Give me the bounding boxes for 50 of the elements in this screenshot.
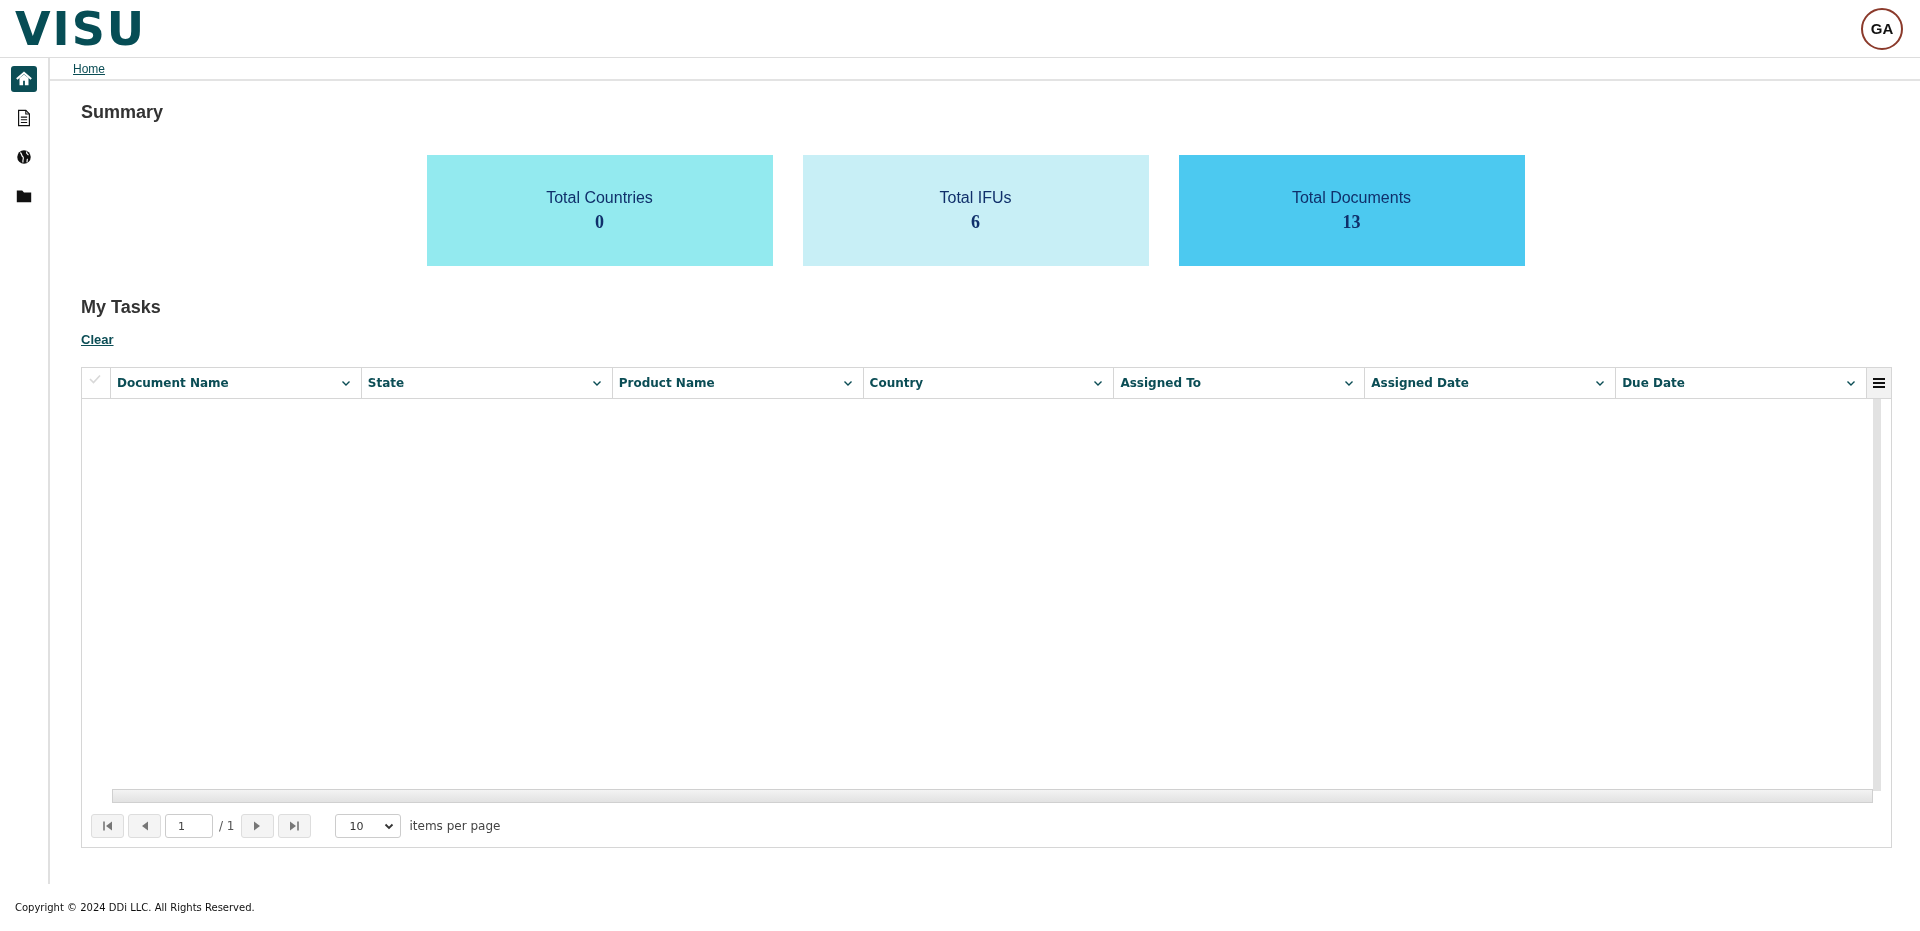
home-icon [15, 70, 33, 88]
section-title: Summary [81, 102, 165, 123]
page-size-dropdown[interactable]: 10 [334, 814, 401, 838]
column-header[interactable]: Due Date [1622, 376, 1685, 390]
next-page-button[interactable] [240, 814, 274, 838]
page-size-label: items per page [409, 819, 501, 833]
vertical-scrollbar[interactable] [1873, 399, 1881, 791]
column-header[interactable]: Assigned To [1120, 376, 1201, 390]
page-total: / 1 [219, 819, 235, 833]
card-value: 0 [595, 211, 604, 233]
logo: VISU [15, 5, 147, 52]
sidebar-item[interactable] [11, 66, 37, 92]
globe-icon [15, 148, 33, 166]
summary-card[interactable]: Total IFUs 6 [802, 155, 1149, 266]
card-label: Total Countries [546, 188, 653, 207]
chevron-down-icon [591, 379, 602, 387]
previous-page-button[interactable] [128, 814, 161, 838]
horizontal-scrollbar[interactable] [112, 789, 1873, 803]
chevron-down-icon [1344, 379, 1355, 387]
column-header[interactable]: Product Name [618, 376, 715, 390]
column-menu-button[interactable] [1867, 368, 1891, 398]
chevron-down-icon [340, 379, 351, 387]
summary-card[interactable]: Total Countries 0 [426, 155, 773, 266]
column-header[interactable]: Country [869, 376, 924, 390]
section-title: My Tasks [81, 297, 162, 318]
chevron-down-icon [1846, 379, 1856, 387]
column-header[interactable]: Assigned Date [1371, 376, 1469, 390]
breadcrumb-link[interactable]: Home [73, 61, 105, 76]
first-page-button[interactable] [91, 814, 124, 838]
menu-icon [1873, 378, 1885, 388]
card-label: Total Documents [1291, 188, 1412, 207]
document-icon [15, 109, 33, 127]
card-value: 6 [971, 211, 980, 233]
summary-card[interactable]: Total Documents 13 [1178, 155, 1525, 266]
clear-link[interactable]: Clear [81, 332, 114, 347]
first-page-icon [101, 820, 114, 832]
card-value: 13 [1342, 211, 1361, 233]
column-header[interactable]: Document Name [117, 376, 229, 390]
chevron-down-icon [383, 822, 394, 830]
chevron-down-icon [1595, 379, 1606, 387]
last-page-button[interactable] [277, 814, 311, 838]
chevron-down-icon [842, 379, 853, 387]
user-avatar[interactable]: GA [1861, 7, 1903, 50]
chevron-down-icon [1093, 379, 1104, 387]
card-label: Total IFUs [939, 188, 1012, 207]
last-page-icon [288, 820, 300, 832]
page-number-field[interactable]: 1 [165, 814, 213, 838]
column-header[interactable]: State [367, 376, 405, 390]
select-all-checkbox[interactable] [89, 374, 103, 386]
copyright-text: Copyright © 2024 DDi LLC. All Rights Reserved. [14, 901, 256, 913]
